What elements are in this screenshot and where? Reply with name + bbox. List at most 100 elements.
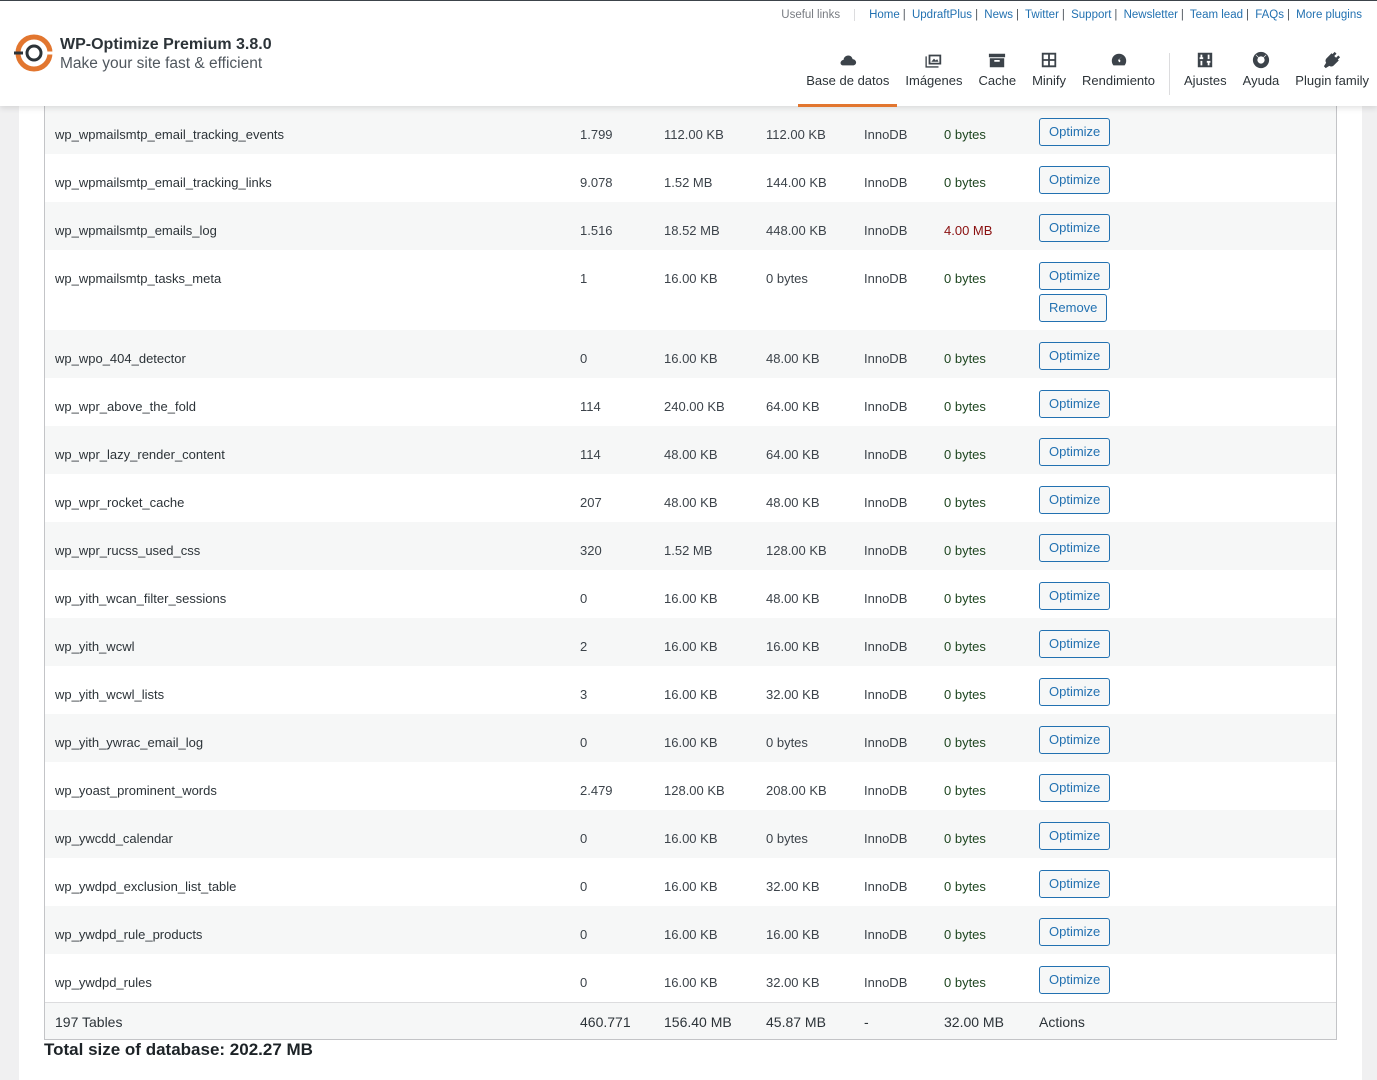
tab-minify[interactable]: Minify — [1024, 49, 1074, 107]
footer-data-size: 156.40 MB — [654, 1002, 756, 1039]
database-table: wp_wpmailsmtp_email_tracking_events 1.799… — [45, 106, 1336, 1039]
actions-cell: Optimize — [1029, 522, 1336, 570]
records-cell: 1 — [580, 271, 588, 286]
optimize-button[interactable]: Optimize — [1039, 118, 1111, 146]
optimize-button[interactable]: Optimize — [1039, 342, 1111, 370]
table-name: wp_ywcdd_calendar — [55, 831, 173, 846]
records-cell: 0 — [580, 927, 588, 942]
table-row: wp_ywcdd_calendar 0 16.00 KB 0 bytes InnoDB 0… — [45, 810, 1336, 858]
overhead-cell: 0 bytes — [944, 447, 986, 462]
optimize-button[interactable]: Optimize — [1039, 438, 1111, 466]
optimize-button[interactable]: Optimize — [1039, 774, 1111, 802]
actions-cell: Optimize — [1029, 714, 1336, 762]
tab-ayuda[interactable]: Ayuda — [1235, 49, 1288, 107]
tab-label: Rendimiento — [1082, 73, 1156, 88]
wp-optimize-logo-icon — [14, 34, 54, 72]
link-more-plugins[interactable]: More plugins — [1296, 9, 1362, 21]
optimize-button[interactable]: Optimize — [1039, 966, 1111, 994]
link-home[interactable]: Home — [869, 9, 900, 21]
index-size-cell: 48.00 KB — [766, 351, 820, 366]
overhead-cell: 0 bytes — [944, 271, 986, 286]
plugin-tagline: Make your site fast & efficient — [60, 55, 263, 72]
records-cell: 0 — [580, 351, 588, 366]
data-size-cell: 112.00 KB — [664, 127, 724, 142]
table-name: wp_ywdpd_exclusion_list_table — [55, 879, 237, 894]
remove-button[interactable]: Remove — [1039, 294, 1108, 322]
table-row: wp_ywdpd_exclusion_list_table 0 16.00 KB 32… — [45, 858, 1336, 906]
optimize-button[interactable]: Optimize — [1039, 534, 1111, 562]
plugin-title: WP-Optimize Premium 3.8.0 — [60, 36, 272, 53]
optimize-button[interactable]: Optimize — [1039, 390, 1111, 418]
overhead-cell: 0 bytes — [944, 975, 986, 990]
optimize-button[interactable]: Optimize — [1039, 630, 1111, 658]
index-size-cell: 16.00 KB — [766, 639, 820, 654]
table-row: wp_ywdpd_rule_products 0 16.00 KB 16.00 KB I… — [45, 906, 1336, 954]
overhead-cell: 0 bytes — [944, 351, 986, 366]
table-row: wp_yoast_prominent_words 2.479 128.00 KB 20… — [45, 762, 1336, 810]
type-cell: InnoDB — [864, 543, 908, 558]
link-newsletter[interactable]: Newsletter — [1124, 9, 1178, 21]
records-cell: 0 — [580, 975, 588, 990]
index-size-cell: 32.00 KB — [766, 975, 820, 990]
index-size-cell: 112.00 KB — [766, 127, 826, 142]
data-size-cell: 16.00 KB — [664, 639, 718, 654]
index-size-cell: 0 bytes — [766, 271, 808, 286]
table-name: wp_wpo_404_detector — [55, 351, 186, 366]
actions-cell: Optimize — [1029, 570, 1336, 618]
index-size-cell: 0 bytes — [766, 735, 808, 750]
link-support[interactable]: Support — [1071, 9, 1111, 21]
records-cell: 9.078 — [580, 175, 613, 190]
records-cell: 2 — [580, 639, 588, 654]
tab-base-de-datos[interactable]: Base de datos — [798, 49, 898, 107]
index-size-cell: 32.00 KB — [766, 879, 820, 894]
footer-type: - — [854, 1002, 934, 1039]
records-cell: 114 — [580, 447, 601, 462]
link-faqs[interactable]: FAQs — [1255, 9, 1284, 21]
tab-label: Plugin family — [1295, 73, 1369, 88]
link-news[interactable]: News — [984, 9, 1013, 21]
table-row: wp_wpr_rucss_used_css 320 1.52 MB 128.00 KB… — [45, 522, 1336, 570]
actions-cell: Optimize — [1029, 858, 1336, 906]
link-twitter[interactable]: Twitter — [1025, 9, 1059, 21]
data-size-cell: 1.52 MB — [664, 543, 713, 558]
link-team-lead[interactable]: Team lead — [1190, 9, 1243, 21]
optimize-button[interactable]: Optimize — [1039, 582, 1111, 610]
archive-icon — [989, 53, 1006, 68]
optimize-button[interactable]: Optimize — [1039, 214, 1111, 242]
table-row: wp_wpmailsmtp_email_tracking_events 1.799… — [45, 106, 1336, 154]
table-name: wp_wpmailsmtp_email_tracking_events — [55, 127, 285, 142]
overhead-cell: 0 bytes — [944, 687, 986, 702]
optimize-button[interactable]: Optimize — [1039, 726, 1111, 754]
tab-plugin-family[interactable]: Plugin family — [1287, 49, 1377, 107]
index-size-cell: 64.00 KB — [766, 447, 820, 462]
index-size-cell: 32.00 KB — [766, 687, 820, 702]
index-size-cell: 48.00 KB — [766, 495, 820, 510]
optimize-button[interactable]: Optimize — [1039, 918, 1111, 946]
table-row: wp_yith_wcwl 2 16.00 KB 16.00 KB InnoDB 0 byt… — [45, 618, 1336, 666]
tab-label: Minify — [1032, 73, 1067, 88]
records-cell: 320 — [580, 543, 602, 558]
index-size-cell: 64.00 KB — [766, 399, 820, 414]
optimize-button[interactable]: Optimize — [1039, 262, 1111, 290]
optimize-button[interactable]: Optimize — [1039, 678, 1111, 706]
index-size-cell: 448.00 KB — [766, 223, 827, 238]
type-cell: InnoDB — [864, 399, 908, 414]
optimize-button[interactable]: Optimize — [1039, 822, 1111, 850]
tab-ajustes[interactable]: Ajustes — [1176, 49, 1235, 107]
data-size-cell: 16.00 KB — [664, 271, 718, 286]
tab-rendimiento[interactable]: Rendimiento — [1074, 49, 1163, 107]
actions-cell: Optimize — [1029, 906, 1336, 954]
index-size-cell: 128.00 KB — [766, 543, 827, 558]
data-size-cell: 1.52 MB — [664, 175, 713, 190]
optimize-button[interactable]: Optimize — [1039, 486, 1111, 514]
data-size-cell: 16.00 KB — [664, 927, 718, 942]
link-updraftplus[interactable]: UpdraftPlus — [912, 9, 972, 21]
table-name: wp_yith_wcan_filter_sessions — [55, 591, 227, 606]
cloud-icon — [840, 55, 856, 66]
actions-cell: Optimize — [1029, 378, 1336, 426]
tab-imagenes[interactable]: Imágenes — [897, 49, 970, 107]
optimize-button[interactable]: Optimize — [1039, 166, 1111, 194]
data-size-cell: 16.00 KB — [664, 351, 718, 366]
tab-cache[interactable]: Cache — [970, 49, 1024, 107]
optimize-button[interactable]: Optimize — [1039, 870, 1111, 898]
